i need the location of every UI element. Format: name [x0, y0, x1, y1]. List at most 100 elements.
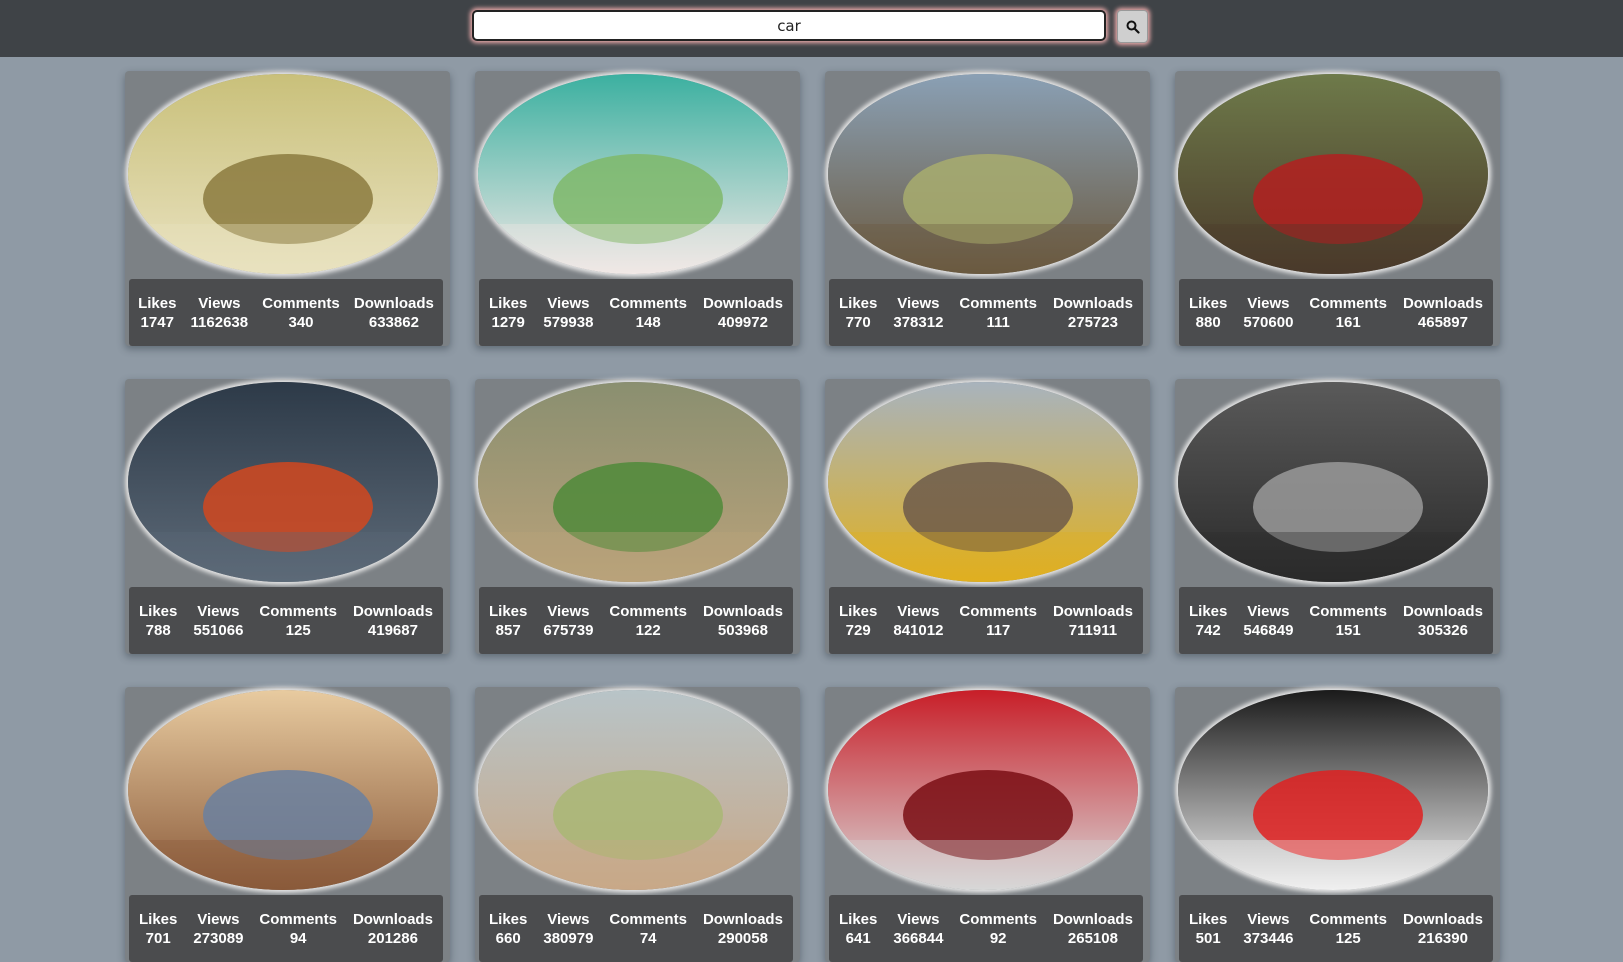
- stat-label: Views: [1247, 602, 1290, 620]
- stat-value: 579938: [543, 313, 594, 331]
- stat-label: Likes: [839, 602, 878, 620]
- stat-downloads: Downloads 503968: [703, 602, 783, 640]
- stat-downloads: Downloads 275723: [1053, 294, 1133, 332]
- stat-label: Downloads: [702, 294, 783, 312]
- top-bar: [0, 0, 1623, 57]
- stat-label: Comments: [959, 910, 1037, 928]
- stat-label: Likes: [1189, 910, 1228, 928]
- image-thumbnail[interactable]: [828, 690, 1138, 890]
- stat-label: Likes: [1189, 602, 1228, 620]
- stat-value: 216390: [1417, 929, 1468, 947]
- image-stats: Likes 1279 Views 579938 Comments 148 Downloads…: [479, 279, 793, 346]
- stat-likes: Likes 660: [489, 910, 527, 948]
- image-stats: Likes 880 Views 570600 Comments 161 Downloads 4…: [1179, 279, 1493, 346]
- stat-comments: Comments 148: [609, 294, 687, 332]
- stat-label: Comments: [609, 602, 687, 620]
- search-input[interactable]: [472, 10, 1106, 41]
- image-stats: Likes 701 Views 273089 Comments 94 Downloads 20…: [129, 895, 443, 962]
- stat-value: 378312: [893, 313, 944, 331]
- stat-value: 290058: [717, 929, 768, 947]
- search-icon: [1126, 20, 1140, 34]
- stat-value: 125: [285, 621, 311, 639]
- stat-comments: Comments 125: [1309, 910, 1387, 948]
- image-card[interactable]: Likes 501 Views 373446 Comments 125 Downloads 2…: [1175, 687, 1500, 962]
- image-card[interactable]: Likes 1747 Views 1162638 Comments 340 Download…: [125, 71, 450, 346]
- stat-likes: Likes 742: [1189, 602, 1227, 640]
- stat-value: 273089: [193, 929, 244, 947]
- stat-label: Downloads: [353, 294, 434, 312]
- stat-value: 111: [986, 313, 1010, 331]
- search-button[interactable]: [1117, 10, 1148, 43]
- stat-likes: Likes 770: [839, 294, 877, 332]
- image-thumbnail[interactable]: [128, 382, 438, 582]
- stat-value: 1162638: [190, 313, 249, 331]
- stat-value: 275723: [1067, 313, 1118, 331]
- stat-likes: Likes 1279: [489, 294, 527, 332]
- stat-value: 1747: [140, 313, 174, 331]
- stat-value: 701: [145, 929, 171, 947]
- image-card[interactable]: Likes 729 Views 841012 Comments 117 Downloads 7…: [825, 379, 1150, 654]
- stat-downloads: Downloads 711911: [1053, 602, 1133, 640]
- stat-views: Views 378312: [893, 294, 943, 332]
- stat-comments: Comments 340: [262, 294, 340, 332]
- image-card[interactable]: Likes 641 Views 366844 Comments 92 Downloads 26…: [825, 687, 1150, 962]
- stat-label: Comments: [959, 602, 1037, 620]
- stat-value: 366844: [893, 929, 944, 947]
- image-thumbnail[interactable]: [478, 382, 788, 582]
- image-card[interactable]: Likes 742 Views 546849 Comments 151 Downloads 3…: [1175, 379, 1500, 654]
- stat-comments: Comments 125: [259, 602, 337, 640]
- image-card[interactable]: Likes 770 Views 378312 Comments 111 Downloads 2…: [825, 71, 1150, 346]
- stat-label: Likes: [138, 294, 177, 312]
- image-thumbnail[interactable]: [128, 74, 438, 274]
- stat-views: Views 570600: [1243, 294, 1293, 332]
- image-card[interactable]: Likes 788 Views 551066 Comments 125 Downloads 4…: [125, 379, 450, 654]
- stat-value: 74: [639, 929, 657, 947]
- stat-value: 641: [845, 929, 871, 947]
- image-thumbnail[interactable]: [828, 382, 1138, 582]
- stat-views: Views 579938: [543, 294, 593, 332]
- stat-downloads: Downloads 216390: [1403, 910, 1483, 948]
- stat-views: Views 841012: [893, 602, 943, 640]
- image-card[interactable]: Likes 1279 Views 579938 Comments 148 Downloads…: [475, 71, 800, 346]
- image-card[interactable]: Likes 857 Views 675739 Comments 122 Downloads 5…: [475, 379, 800, 654]
- image-thumbnail[interactable]: [1178, 74, 1488, 274]
- image-thumbnail[interactable]: [478, 74, 788, 274]
- image-card[interactable]: Likes 660 Views 380979 Comments 74 Downloads 29…: [475, 687, 800, 962]
- image-thumbnail[interactable]: [478, 690, 788, 890]
- image-stats: Likes 729 Views 841012 Comments 117 Downloads 7…: [829, 587, 1143, 654]
- image-thumbnail[interactable]: [828, 74, 1138, 274]
- image-stats: Likes 660 Views 380979 Comments 74 Downloads 29…: [479, 895, 793, 962]
- image-thumbnail[interactable]: [1178, 382, 1488, 582]
- image-stats: Likes 641 Views 366844 Comments 92 Downloads 26…: [829, 895, 1143, 962]
- stat-label: Likes: [139, 602, 178, 620]
- stat-comments: Comments 92: [959, 910, 1037, 948]
- stat-downloads: Downloads 265108: [1053, 910, 1133, 948]
- stat-value: 551066: [193, 621, 244, 639]
- stat-views: Views 675739: [543, 602, 593, 640]
- stat-label: Views: [547, 602, 590, 620]
- stat-value: 770: [845, 313, 871, 331]
- stat-comments: Comments 122: [609, 602, 687, 640]
- stat-comments: Comments 94: [259, 910, 337, 948]
- image-card[interactable]: Likes 701 Views 273089 Comments 94 Downloads 20…: [125, 687, 450, 962]
- stat-value: 161: [1335, 313, 1361, 331]
- stat-label: Likes: [839, 294, 878, 312]
- stat-likes: Likes 857: [489, 602, 527, 640]
- stat-comments: Comments 74: [609, 910, 687, 948]
- stat-value: 675739: [543, 621, 594, 639]
- stat-value: 841012: [893, 621, 944, 639]
- stat-value: 122: [635, 621, 661, 639]
- image-stats: Likes 857 Views 675739 Comments 122 Downloads 5…: [479, 587, 793, 654]
- image-thumbnail[interactable]: [1178, 690, 1488, 890]
- stat-value: 151: [1335, 621, 1361, 639]
- image-thumbnail[interactable]: [128, 690, 438, 890]
- image-card[interactable]: Likes 880 Views 570600 Comments 161 Downloads 4…: [1175, 71, 1500, 346]
- stat-downloads: Downloads 409972: [703, 294, 783, 332]
- stat-value: 340: [288, 313, 314, 331]
- stat-label: Views: [1247, 910, 1290, 928]
- stat-value: 729: [845, 621, 871, 639]
- stat-views: Views 1162638: [191, 294, 249, 332]
- stat-likes: Likes 788: [139, 602, 177, 640]
- stat-likes: Likes 880: [1189, 294, 1227, 332]
- stat-label: Downloads: [1052, 602, 1133, 620]
